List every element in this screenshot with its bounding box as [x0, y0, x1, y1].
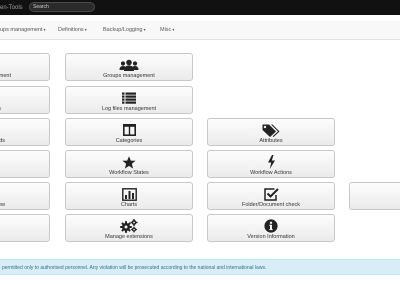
charts-button[interactable]: Charts [65, 182, 193, 210]
workflow-actions-button[interactable]: Workflow Actions [207, 150, 335, 178]
top-navbar: en-Tools [0, 0, 400, 15]
manage-extensions-button[interactable]: Manage extensions [65, 214, 193, 242]
users-icon [66, 58, 192, 72]
attributes-button[interactable]: Attributes [207, 118, 335, 146]
bar-chart-icon [66, 187, 192, 201]
brand-title[interactable]: en-Tools [0, 3, 23, 13]
tile-label: rds [0, 138, 5, 144]
caret-down-icon: ▾ [43, 27, 46, 32]
caret-down-icon: ▾ [143, 27, 146, 32]
caret-down-icon: ▾ [172, 27, 175, 32]
user-management-button[interactable]: ment [0, 53, 50, 81]
list-icon [66, 91, 192, 105]
column4-row5-button[interactable] [349, 182, 400, 210]
tile-label: Workflow Actions [250, 170, 292, 176]
tile-label: Attributes [259, 138, 283, 144]
columns-icon [66, 123, 192, 137]
info-circle-icon [208, 219, 334, 233]
cogs-icon [66, 219, 192, 233]
menu-misc[interactable]: Misc▾ [160, 21, 174, 39]
version-information-button[interactable]: Version Information [207, 214, 335, 242]
menu-definitions[interactable]: Definitions▾ [58, 21, 87, 39]
admin-menu-bar: ups management▾ Definitions▾ Backup/Logg… [0, 21, 400, 40]
column1-row2-button[interactable]: s [0, 86, 50, 114]
star-icon [66, 155, 192, 169]
search-input[interactable] [29, 2, 95, 12]
groups-management-button[interactable]: Groups management [65, 53, 193, 81]
tile-label: Manage extensions [105, 234, 153, 240]
check-square-icon [208, 187, 334, 201]
menu-label: Definitions [58, 27, 84, 33]
tile-label: Folder/Document check [241, 202, 301, 208]
menu-groups-management[interactable]: ups management▾ [0, 21, 46, 39]
column1-row6-button[interactable] [0, 214, 50, 242]
folder-document-check-button[interactable]: Folder/Document check [207, 182, 335, 210]
categories-button[interactable]: Categories [65, 118, 193, 146]
tile-label: Categories [115, 138, 143, 144]
tile-label: Log files management [101, 106, 157, 112]
lightning-icon [208, 155, 334, 169]
access-notice: permitted only to authorised personnel. … [0, 259, 400, 275]
tile-label: ment [0, 73, 11, 79]
column1-row4-button[interactable] [0, 150, 50, 178]
tags-icon [208, 123, 334, 137]
tile-label: Workflow States [109, 170, 149, 176]
tile-label: s [0, 106, 1, 113]
tile-label: Version Information [247, 234, 295, 240]
menu-label: ups management [0, 27, 43, 33]
menu-label: Backup/Logging [103, 27, 143, 33]
keywords-button[interactable]: rds [0, 118, 50, 146]
workflow-states-button[interactable]: Workflow States [65, 150, 193, 178]
tile-label: Charts [120, 202, 138, 208]
column1-row5-button[interactable]: ew [0, 182, 50, 210]
tile-label: Groups management [103, 73, 155, 79]
menu-backup-logging[interactable]: Backup/Logging▾ [103, 21, 145, 39]
tile-label: ew [0, 202, 5, 208]
caret-down-icon: ▾ [84, 27, 87, 32]
menu-label: Misc [160, 27, 172, 33]
log-files-management-button[interactable]: Log files management [65, 86, 193, 114]
